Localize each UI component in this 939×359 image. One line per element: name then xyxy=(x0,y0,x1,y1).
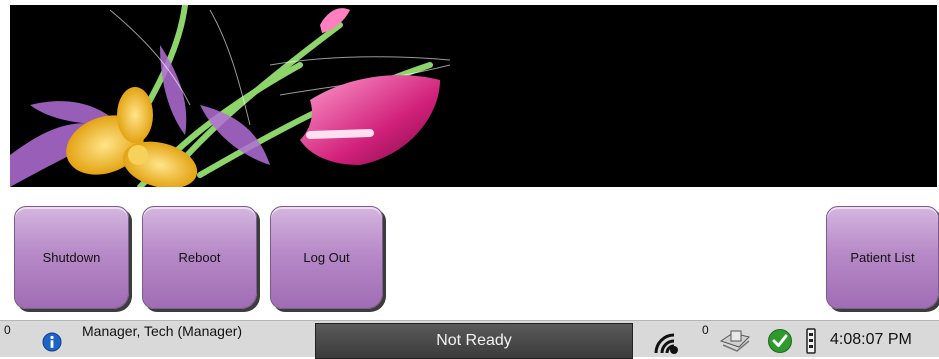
flower-artwork xyxy=(10,5,451,187)
system-status-box[interactable]: Not Ready xyxy=(315,323,633,359)
drive-icon[interactable] xyxy=(717,327,753,353)
current-user[interactable]: Manager, Tech (Manager) xyxy=(82,323,242,339)
log-out-button[interactable]: Log Out xyxy=(270,206,383,309)
reboot-button[interactable]: Reboot xyxy=(142,206,257,309)
patient-list-button[interactable]: Patient List xyxy=(826,206,939,309)
splash-banner xyxy=(10,5,937,187)
status-bar: 0 Manager, Tech (Manager) Not Ready 0 4:… xyxy=(0,320,939,359)
alarm-count: 0 xyxy=(4,323,11,337)
device-icon[interactable] xyxy=(800,327,822,355)
info-icon[interactable] xyxy=(42,332,62,352)
shutdown-button[interactable]: Shutdown xyxy=(14,206,129,309)
check-icon[interactable] xyxy=(767,328,793,354)
system-status-label: Not Ready xyxy=(436,332,512,349)
clock: 4:08:07 PM xyxy=(830,331,912,348)
wireless-icon[interactable] xyxy=(650,327,680,355)
output-count: 0 xyxy=(702,323,709,337)
